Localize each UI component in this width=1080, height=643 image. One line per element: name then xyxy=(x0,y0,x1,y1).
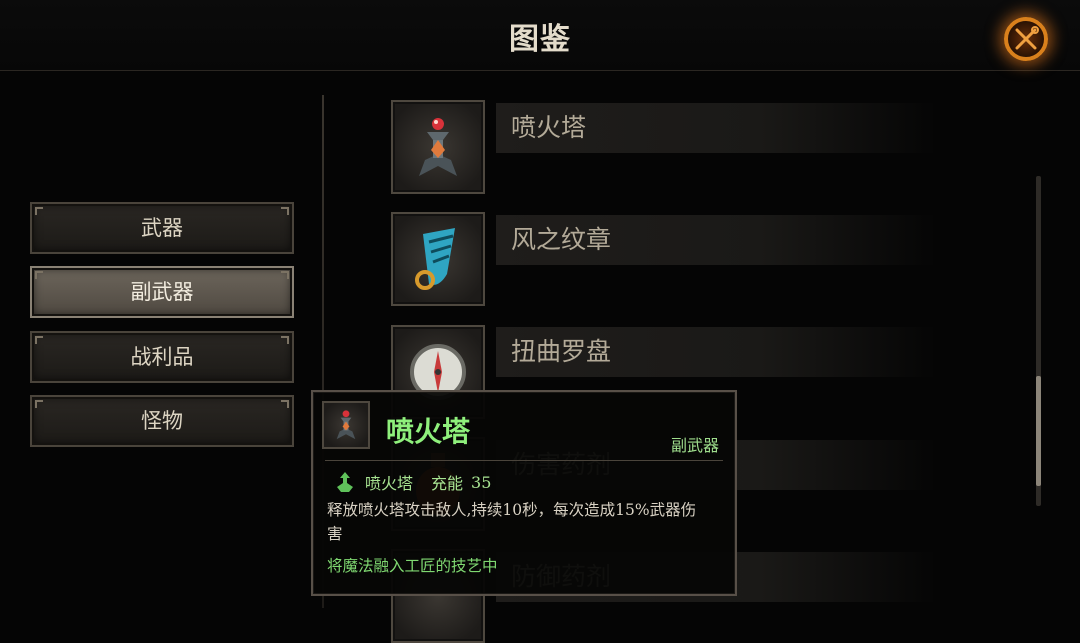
list-item-label[interactable]: 扭曲罗盘 xyxy=(496,327,936,377)
header-bar: 图鉴 xyxy=(0,0,1080,71)
list-item-label[interactable]: 喷火塔 xyxy=(496,103,936,153)
tooltip-flavor-text: 将魔法融入工匠的技艺中 xyxy=(327,557,498,575)
list-item-label[interactable]: 风之纹章 xyxy=(496,215,936,265)
wind-emblem-icon[interactable] xyxy=(391,212,485,306)
tab-weapons[interactable]: 武器 xyxy=(30,202,294,254)
flame-tower-icon xyxy=(322,401,370,449)
tab-loot[interactable]: 战利品 xyxy=(30,331,294,383)
close-button[interactable] xyxy=(1004,17,1048,61)
page-title: 图鉴 xyxy=(509,22,571,57)
tooltip-title: 喷火塔 xyxy=(386,415,471,448)
charge-value: 35 xyxy=(471,472,492,492)
tab-sub-weapons[interactable]: 副武器 xyxy=(30,266,294,318)
crossed-tools-icon xyxy=(1015,26,1039,50)
scrollbar-thumb[interactable] xyxy=(1036,376,1041,486)
tooltip-item-type: 副武器 xyxy=(671,436,720,455)
flame-tower-icon[interactable] xyxy=(391,100,485,194)
tooltip-divider xyxy=(325,460,723,461)
item-tooltip: 喷火塔 副武器 喷火塔 充能 35 释放喷火塔攻击敌人,持续10秒，每次造成15… xyxy=(311,390,737,596)
tooltip-description: 释放喷火塔攻击敌人,持续10秒，每次造成15%武器伤害 xyxy=(327,501,697,543)
charge-label: 充能 xyxy=(431,474,464,493)
skill-name: 喷火塔 xyxy=(365,474,414,493)
tooltip-skill-row: 喷火塔 充能 35 xyxy=(333,468,491,496)
tower-skill-icon xyxy=(337,472,353,492)
list-scrollbar[interactable] xyxy=(1036,176,1041,506)
tab-monsters[interactable]: 怪物 xyxy=(30,395,294,447)
